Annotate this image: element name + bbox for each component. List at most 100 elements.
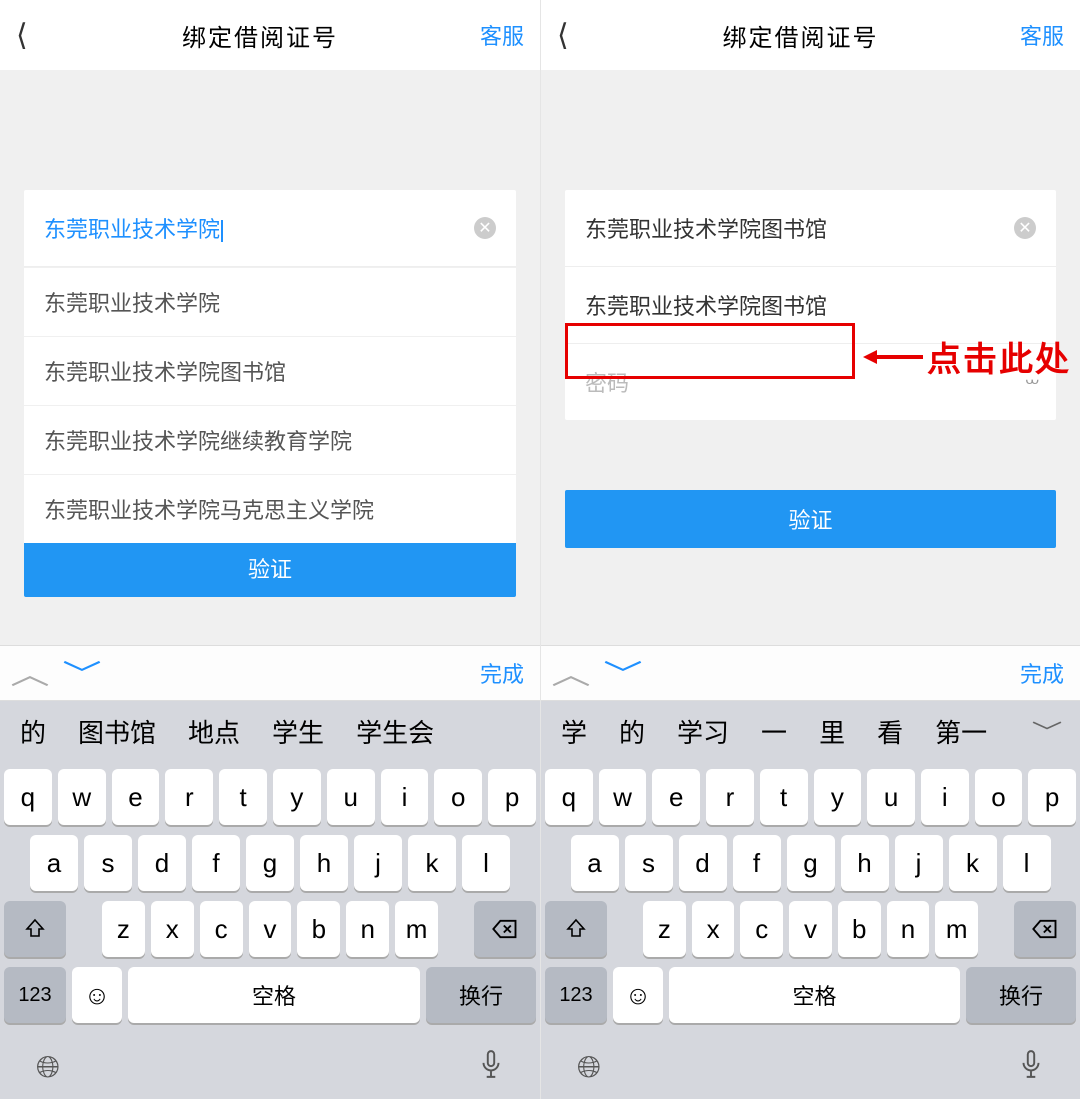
- key-q[interactable]: q: [4, 769, 52, 825]
- key-d[interactable]: d: [138, 835, 186, 891]
- key-w[interactable]: w: [58, 769, 106, 825]
- search-value[interactable]: 东莞职业技术学院图书馆: [585, 212, 1014, 244]
- key-p[interactable]: p: [1028, 769, 1076, 825]
- kb-next-icon[interactable]: ﹀: [603, 653, 642, 693]
- key-i[interactable]: i: [381, 769, 429, 825]
- key-b[interactable]: b: [297, 901, 340, 957]
- candidate[interactable]: 一: [749, 713, 799, 750]
- key-a[interactable]: a: [30, 835, 78, 891]
- suggestion-item[interactable]: 东莞职业技术学院: [24, 267, 516, 336]
- verify-button[interactable]: 验证: [565, 490, 1056, 548]
- key-k[interactable]: k: [949, 835, 997, 891]
- key-e[interactable]: e: [652, 769, 700, 825]
- key-f[interactable]: f: [192, 835, 240, 891]
- key-l[interactable]: l: [462, 835, 510, 891]
- clear-icon[interactable]: ✕: [1014, 217, 1036, 239]
- key-enter[interactable]: 换行: [426, 967, 536, 1023]
- key-i[interactable]: i: [921, 769, 969, 825]
- key-u[interactable]: u: [867, 769, 915, 825]
- key-m[interactable]: m: [395, 901, 438, 957]
- search-field[interactable]: 东莞职业技术学院 ✕: [24, 190, 516, 267]
- globe-icon[interactable]: 🌐︎: [577, 1051, 601, 1085]
- key-123[interactable]: 123: [545, 967, 607, 1023]
- key-emoji[interactable]: ☺: [613, 967, 663, 1023]
- candidate[interactable]: 的: [8, 713, 58, 750]
- key-v[interactable]: v: [789, 901, 832, 957]
- key-g[interactable]: g: [246, 835, 294, 891]
- key-r[interactable]: r: [706, 769, 754, 825]
- key-f[interactable]: f: [733, 835, 781, 891]
- key-o[interactable]: o: [434, 769, 482, 825]
- key-space[interactable]: 空格: [669, 967, 960, 1023]
- candidate[interactable]: 第一: [923, 713, 999, 750]
- key-o[interactable]: o: [975, 769, 1023, 825]
- candidate[interactable]: 学生会: [344, 713, 446, 750]
- key-t[interactable]: t: [219, 769, 267, 825]
- key-m[interactable]: m: [935, 901, 978, 957]
- key-p[interactable]: p: [488, 769, 536, 825]
- candidate[interactable]: 地点: [176, 713, 252, 750]
- key-k[interactable]: k: [408, 835, 456, 891]
- key-z[interactable]: z: [643, 901, 686, 957]
- key-c[interactable]: c: [200, 901, 243, 957]
- kb-prev-icon[interactable]: ︿: [551, 653, 590, 693]
- key-y[interactable]: y: [814, 769, 862, 825]
- candidate-more-icon[interactable]: ﹀: [1012, 715, 1080, 747]
- key-j[interactable]: j: [354, 835, 402, 891]
- eye-icon[interactable]: ᵕᵕ: [1025, 369, 1036, 395]
- key-123[interactable]: 123: [4, 967, 66, 1023]
- back-icon[interactable]: ⟨: [557, 18, 597, 53]
- key-d[interactable]: d: [679, 835, 727, 891]
- back-icon[interactable]: ⟨: [16, 18, 56, 53]
- candidate[interactable]: 的: [607, 713, 657, 750]
- kb-done[interactable]: 完成: [480, 657, 524, 689]
- key-r[interactable]: r: [165, 769, 213, 825]
- key-a[interactable]: a: [571, 835, 619, 891]
- key-l[interactable]: l: [1003, 835, 1051, 891]
- key-backspace[interactable]: [474, 901, 536, 957]
- candidate[interactable]: 图书馆: [66, 713, 168, 750]
- key-shift[interactable]: [4, 901, 66, 957]
- key-s[interactable]: s: [84, 835, 132, 891]
- candidate[interactable]: 里: [807, 713, 857, 750]
- key-c[interactable]: c: [740, 901, 783, 957]
- key-s[interactable]: s: [625, 835, 673, 891]
- mic-icon[interactable]: [478, 1049, 504, 1087]
- kb-next-icon[interactable]: ﹀: [62, 653, 101, 693]
- key-j[interactable]: j: [895, 835, 943, 891]
- search-field[interactable]: 东莞职业技术学院图书馆 ✕: [565, 190, 1056, 267]
- selected-field[interactable]: 东莞职业技术学院图书馆: [565, 267, 1056, 344]
- mic-icon[interactable]: [1018, 1049, 1044, 1087]
- verify-button[interactable]: 验证: [24, 539, 516, 597]
- key-h[interactable]: h: [841, 835, 889, 891]
- key-g[interactable]: g: [787, 835, 835, 891]
- suggestion-item[interactable]: 东莞职业技术学院继续教育学院: [24, 405, 516, 474]
- clear-icon[interactable]: ✕: [474, 217, 496, 239]
- key-v[interactable]: v: [249, 901, 292, 957]
- key-z[interactable]: z: [102, 901, 145, 957]
- key-w[interactable]: w: [599, 769, 647, 825]
- kb-prev-icon[interactable]: ︿: [10, 653, 49, 693]
- candidate[interactable]: 学生: [260, 713, 336, 750]
- key-y[interactable]: y: [273, 769, 321, 825]
- key-n[interactable]: n: [346, 901, 389, 957]
- key-q[interactable]: q: [545, 769, 593, 825]
- key-u[interactable]: u: [327, 769, 375, 825]
- candidate[interactable]: 看: [865, 713, 915, 750]
- key-enter[interactable]: 换行: [966, 967, 1076, 1023]
- key-e[interactable]: e: [112, 769, 160, 825]
- globe-icon[interactable]: 🌐︎: [36, 1051, 60, 1085]
- candidate[interactable]: 学习: [665, 713, 741, 750]
- key-emoji[interactable]: ☺: [72, 967, 122, 1023]
- key-h[interactable]: h: [300, 835, 348, 891]
- service-link[interactable]: 客服: [464, 19, 524, 51]
- password-placeholder[interactable]: 密码: [585, 366, 1025, 398]
- candidate[interactable]: 学: [549, 713, 599, 750]
- service-link[interactable]: 客服: [1004, 19, 1064, 51]
- key-x[interactable]: x: [692, 901, 735, 957]
- kb-done[interactable]: 完成: [1020, 657, 1064, 689]
- key-b[interactable]: b: [838, 901, 881, 957]
- key-shift[interactable]: [545, 901, 607, 957]
- key-n[interactable]: n: [887, 901, 930, 957]
- search-value[interactable]: 东莞职业技术学院: [44, 212, 474, 244]
